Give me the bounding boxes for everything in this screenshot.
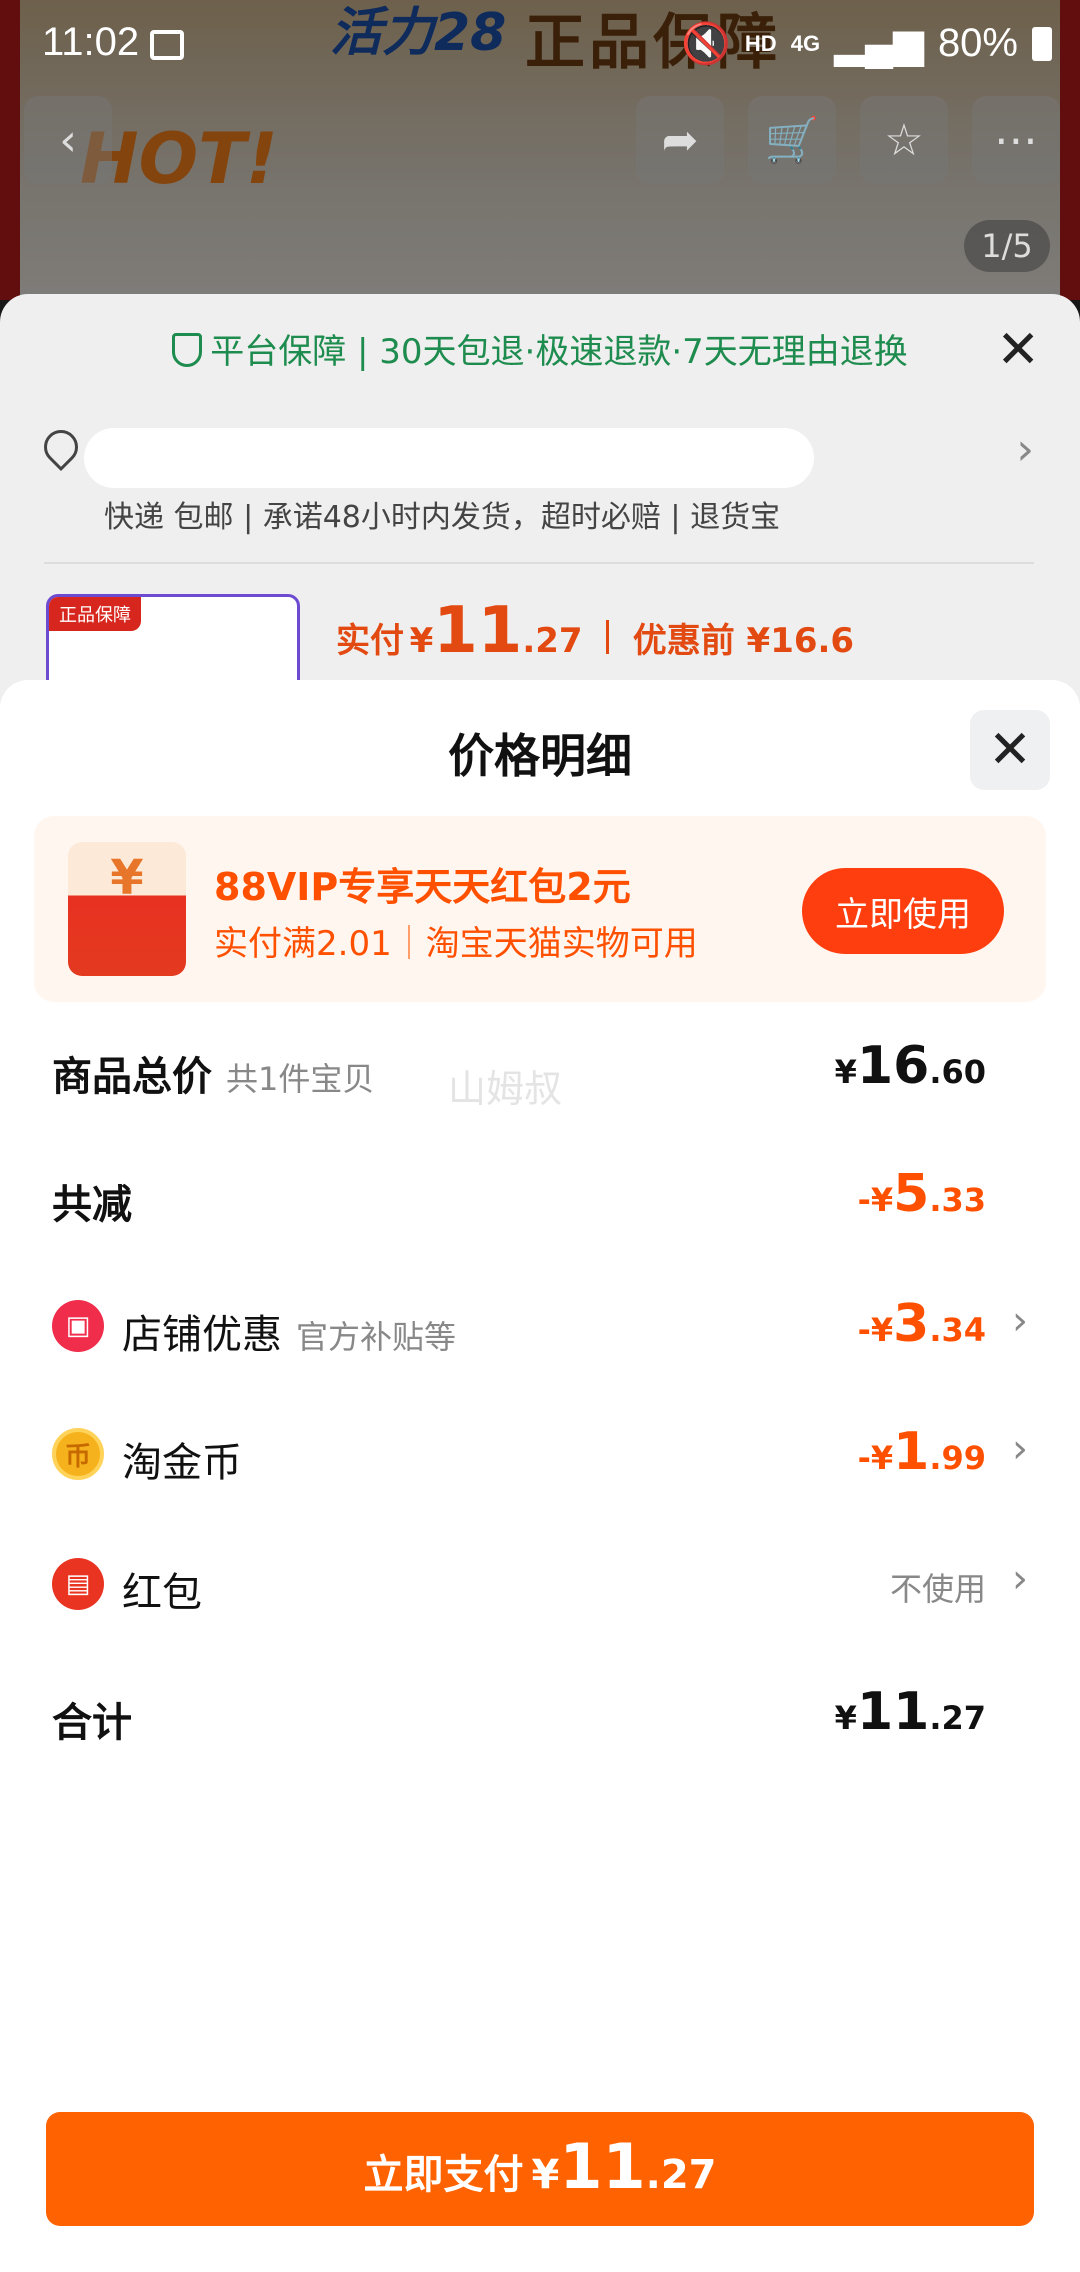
redacted-address <box>84 428 814 488</box>
shield-icon <box>172 333 203 367</box>
sum-label: 合计 <box>52 1700 132 1746</box>
currency: ¥ <box>834 1053 857 1091</box>
battery-icon <box>1032 26 1052 61</box>
status-time: 11:02 <box>42 20 140 64</box>
vip-redpacket-card: ¥ 88VIP专享天天红包2元 实付满2.01 淘宝天猫实物可用 立即使用 <box>34 816 1046 1002</box>
divider <box>44 562 1034 564</box>
signal-icon: ▂▄▆ <box>834 21 924 66</box>
platform-guarantee[interactable]: 平台保障 | 30天包退·极速退款·7天无理由退换 <box>0 324 1080 373</box>
network-indicator: 4G <box>790 30 821 56</box>
favorite-icon[interactable]: ☆ <box>860 96 948 184</box>
price-integer: 11 <box>559 2130 646 2203</box>
product-tag: 正品保障 <box>49 597 141 631</box>
price-decimal: .60 <box>929 1053 986 1091</box>
mute-icon: 🔇 <box>681 22 731 66</box>
shop-discount-sub: 官方补贴等 <box>296 1318 457 1356</box>
reduction-value: -¥5.33 <box>858 1164 986 1224</box>
vip-conditions: 实付满2.01 淘宝天猫实物可用 <box>214 916 698 965</box>
share-icon[interactable]: ➦ <box>636 96 724 184</box>
divider <box>606 620 610 654</box>
watermark: 山姆叔 <box>448 1067 563 1111</box>
chevron-right-icon: › <box>1012 1298 1028 1344</box>
price-integer: 11 <box>856 1682 930 1742</box>
vip-condition: 实付满2.01 <box>214 924 392 964</box>
shop-discount-value: -¥3.34 <box>858 1294 986 1354</box>
shop-discount-row[interactable]: ▣ 店铺优惠 官方补贴等 -¥3.34 › <box>52 1290 1028 1370</box>
pay-label: 实付 <box>336 621 404 661</box>
price-integer: 11 <box>433 594 523 668</box>
vip-scope: 淘宝天猫实物可用 <box>425 924 698 964</box>
location-icon <box>36 422 86 472</box>
reduction-label: 共减 <box>52 1182 132 1228</box>
image-pager: 1/5 <box>964 220 1050 272</box>
taojinbi-row[interactable]: 币 淘金币 -¥1.99 › <box>52 1418 1028 1498</box>
price-integer: 1 <box>893 1422 930 1482</box>
taojinbi-value: -¥1.99 <box>858 1422 986 1482</box>
yen-symbol: ¥ <box>110 850 144 906</box>
hd-indicator: HD <box>744 30 777 56</box>
redpacket-label: 红包 <box>122 1570 202 1616</box>
currency: -¥ <box>857 1439 894 1477</box>
label-text: 商品总价 <box>52 1054 212 1100</box>
redpacket-value: 不使用 <box>889 1570 986 1608</box>
goods-total-value: ¥16.60 <box>835 1036 986 1096</box>
more-icon[interactable]: ⋯ <box>972 96 1060 184</box>
status-bar: 11:02 🔇 HD 4G ▂▄▆ 80% <box>0 0 1080 80</box>
item-count: 共1件宝贝 <box>226 1060 375 1098</box>
red-envelope-icon: ¥ <box>68 842 186 976</box>
price-decimal: .27 <box>522 621 583 661</box>
price-decimal: .99 <box>929 1439 986 1477</box>
chevron-right-icon: › <box>1012 1426 1028 1472</box>
currency: ¥ <box>531 2152 560 2198</box>
coin-icon: 币 <box>52 1428 104 1480</box>
sum-value: ¥11.27 <box>835 1682 986 1742</box>
total-reduction-row: 共减 -¥5.33 <box>52 1160 1028 1240</box>
currency: ¥ <box>409 621 434 661</box>
price-decimal: .33 <box>929 1181 986 1219</box>
price-decimal: .27 <box>929 1699 986 1737</box>
red-packet-icon: ▤ <box>52 1558 104 1610</box>
currency: -¥ <box>857 1311 894 1349</box>
price-decimal: .27 <box>645 2152 717 2198</box>
back-icon[interactable]: ‹ <box>24 96 112 184</box>
cart-icon[interactable]: 🛒 <box>748 96 836 184</box>
battery-text: 80% <box>937 21 1018 65</box>
sum-row: 合计 ¥11.27 <box>52 1678 1028 1758</box>
price-detail-sheet: 价格明细 ✕ ¥ 88VIP专享天天红包2元 实付满2.01 淘宝天猫实物可用 立… <box>0 680 1080 2272</box>
goods-total-label: 商品总价 共1件宝贝 <box>52 1044 374 1102</box>
vip-title: 88VIP专享天天红包2元 <box>214 865 631 909</box>
pay-button-label: 立即支付 <box>363 2152 524 2198</box>
pay-now-button[interactable]: 立即支付 ¥11.27 <box>46 2112 1034 2226</box>
address-row[interactable]: › 快递 包邮 | 承诺48小时内发货，超时必赔 | 退货宝 <box>36 422 1034 535</box>
close-icon[interactable]: ✕ <box>996 320 1040 380</box>
order-sheet: 平台保障 | 30天包退·极速退款·7天无理由退换 ✕ › 快递 包邮 | 承诺… <box>0 294 1080 724</box>
close-icon: ✕ <box>988 720 1032 780</box>
shipping-info: 快递 包邮 | 承诺48小时内发货，超时必赔 | 退货宝 <box>104 500 781 535</box>
product-top-nav: ‹ ➦ 🛒 ☆ ⋯ <box>0 96 1080 186</box>
price-integer: 5 <box>893 1164 930 1224</box>
shop-icon: ▣ <box>52 1300 104 1352</box>
price-integer: 3 <box>893 1294 930 1354</box>
chevron-right-icon: › <box>1012 1556 1028 1602</box>
label-text: 店铺优惠 <box>122 1312 282 1358</box>
sheet-title: 价格明细 <box>448 729 632 783</box>
guarantee-text: 平台保障 | 30天包退·极速退款·7天无理由退换 <box>210 332 908 372</box>
price-before: 优惠前 ¥16.6 <box>632 621 855 661</box>
price-decimal: .34 <box>929 1311 986 1349</box>
image-notification-icon <box>150 30 184 60</box>
price-integer: 16 <box>856 1036 930 1096</box>
currency: -¥ <box>857 1181 894 1219</box>
shop-discount-label: 店铺优惠 官方补贴等 <box>122 1302 456 1360</box>
pay-price-summary: 实付 ¥11.27 优惠前 ¥16.6 <box>336 594 854 668</box>
use-now-button[interactable]: 立即使用 <box>802 868 1004 954</box>
divider <box>407 925 410 959</box>
redpacket-row[interactable]: ▤ 红包 不使用 › <box>52 1548 1028 1628</box>
chevron-right-icon: › <box>1016 424 1034 475</box>
close-button[interactable]: ✕ <box>970 710 1050 790</box>
currency: ¥ <box>834 1699 857 1737</box>
taojinbi-label: 淘金币 <box>122 1440 242 1486</box>
